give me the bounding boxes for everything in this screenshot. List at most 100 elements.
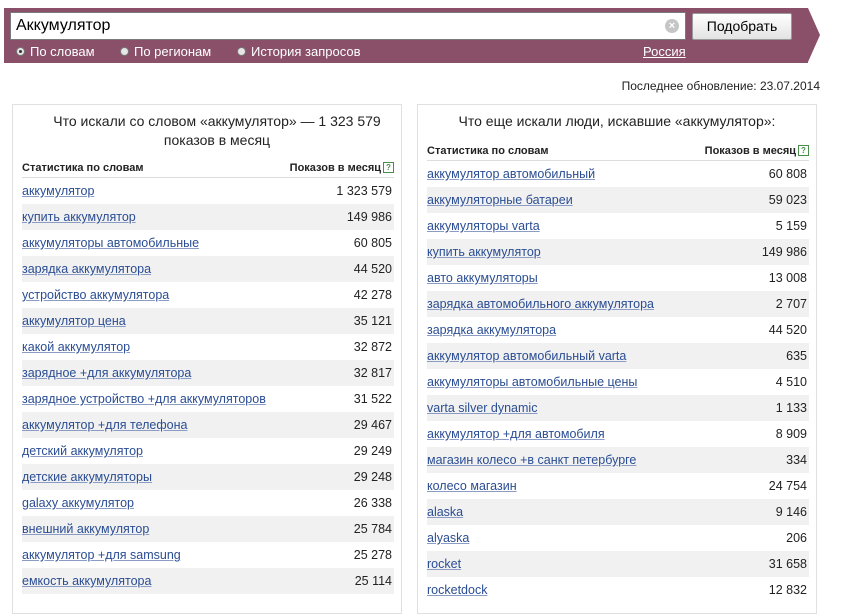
table-row: rocketdock 12 832 bbox=[427, 577, 809, 603]
table-row: емкость аккумулятора 25 114 bbox=[22, 568, 394, 594]
right-rows: аккумулятор автомобильный 60 808 аккумулят… bbox=[427, 161, 809, 603]
col-shows-header: Показов в месяц? bbox=[705, 145, 809, 157]
tab-by-words[interactable]: По словам bbox=[16, 44, 95, 59]
table-row: rocket 31 658 bbox=[427, 551, 809, 577]
table-row: аккумуляторные батареи 59 023 bbox=[427, 187, 809, 213]
table-row: аккумуляторы автомобильные 60 805 bbox=[22, 230, 394, 256]
tab-label: По словам bbox=[30, 44, 95, 59]
phrase-link[interactable]: купить аккумулятор bbox=[22, 210, 136, 224]
table-row: купить аккумулятор 149 986 bbox=[427, 239, 809, 265]
table-row: аккумулятор автомобильный varta 635 bbox=[427, 343, 809, 369]
phrase-link[interactable]: аккумулятор +для телефона bbox=[22, 418, 187, 432]
shows-count: 35 121 bbox=[353, 314, 392, 328]
shows-count: 31 658 bbox=[768, 557, 807, 571]
search-box[interactable]: × bbox=[10, 12, 686, 40]
table-row: купить аккумулятор 149 986 bbox=[22, 204, 394, 230]
phrase-link[interactable]: авто аккумуляторы bbox=[427, 271, 538, 285]
col-shows-header: Показов в месяц? bbox=[290, 162, 394, 174]
shows-count: 42 278 bbox=[353, 288, 392, 302]
col-phrase-label: Статистика по словам bbox=[427, 145, 549, 157]
region-link[interactable]: Россия bbox=[643, 44, 686, 59]
phrase-link[interactable]: alyaska bbox=[427, 531, 469, 545]
tab-by-regions[interactable]: По регионам bbox=[120, 44, 211, 59]
shows-count: 1 133 bbox=[775, 401, 807, 415]
shows-count: 9 146 bbox=[775, 505, 807, 519]
table-row: аккумулятор +для samsung 25 278 bbox=[22, 542, 394, 568]
tab-query-history[interactable]: История запросов bbox=[237, 44, 361, 59]
radio-selected-icon[interactable] bbox=[16, 47, 25, 56]
left-column-header: Статистика по словам Показов в месяц? bbox=[22, 159, 394, 178]
phrase-link[interactable]: купить аккумулятор bbox=[427, 245, 541, 259]
shows-count: 8 909 bbox=[775, 427, 807, 441]
phrase-link[interactable]: детский аккумулятор bbox=[22, 444, 143, 458]
table-row: какой аккумулятор 32 872 bbox=[22, 334, 394, 360]
phrase-link[interactable]: емкость аккумулятора bbox=[22, 574, 151, 588]
phrase-link[interactable]: зарядка аккумулятора bbox=[22, 262, 151, 276]
phrase-link[interactable]: аккумулятор цена bbox=[22, 314, 126, 328]
phrase-link[interactable]: магазин колесо +в санкт петербурге bbox=[427, 453, 636, 467]
header-arrow-decoration bbox=[808, 8, 820, 62]
phrase-link[interactable]: зарядное устройство +для аккумуляторов bbox=[22, 392, 266, 406]
shows-count: 334 bbox=[786, 453, 807, 467]
phrase-link[interactable]: аккумулятор +для автомобиля bbox=[427, 427, 605, 441]
radio-icon[interactable] bbox=[120, 47, 129, 56]
phrase-link[interactable]: аккумулятор +для samsung bbox=[22, 548, 181, 562]
phrase-link[interactable]: колесо магазин bbox=[427, 479, 517, 493]
phrase-link[interactable]: устройство аккумулятора bbox=[22, 288, 169, 302]
phrase-link[interactable]: rocket bbox=[427, 557, 461, 571]
phrase-link[interactable]: аккумуляторы varta bbox=[427, 219, 540, 233]
phrase-link[interactable]: аккумуляторы автомобильные bbox=[22, 236, 199, 250]
tab-label: История запросов bbox=[251, 44, 361, 59]
radio-icon[interactable] bbox=[237, 47, 246, 56]
table-row: зарядное устройство +для аккумуляторов 31… bbox=[22, 386, 394, 412]
shows-count: 44 520 bbox=[353, 262, 392, 276]
clear-icon[interactable]: × bbox=[665, 19, 679, 33]
phrase-link[interactable]: rocketdock bbox=[427, 583, 487, 597]
submit-button[interactable]: Подобрать bbox=[692, 13, 792, 40]
phrase-link[interactable]: зарядное +для аккумулятора bbox=[22, 366, 191, 380]
table-row: зарядка аккумулятора 44 520 bbox=[427, 317, 809, 343]
phrase-link[interactable]: alaska bbox=[427, 505, 463, 519]
phrase-link[interactable]: аккумулятор автомобильный bbox=[427, 167, 595, 181]
col-phrase-label: Статистика по словам bbox=[22, 162, 144, 174]
table-row: аккумулятор автомобильный 60 808 bbox=[427, 161, 809, 187]
phrase-link[interactable]: galaxy аккумулятор bbox=[22, 496, 134, 510]
phrase-link[interactable]: аккумулятор автомобильный varta bbox=[427, 349, 626, 363]
phrase-link[interactable]: аккумуляторные батареи bbox=[427, 193, 573, 207]
help-icon[interactable]: ? bbox=[383, 162, 394, 173]
phrase-link[interactable]: детские аккумуляторы bbox=[22, 470, 152, 484]
phrase-link[interactable]: какой аккумулятор bbox=[22, 340, 130, 354]
shows-count: 29 467 bbox=[353, 418, 392, 432]
shows-count: 24 754 bbox=[768, 479, 807, 493]
table-row: varta silver dynamic 1 133 bbox=[427, 395, 809, 421]
table-row: аккумулятор цена 35 121 bbox=[22, 308, 394, 334]
col-shows-label: Показов в месяц bbox=[289, 162, 381, 174]
table-row: магазин колесо +в санкт петербурге 334 bbox=[427, 447, 809, 473]
table-row: колесо магазин 24 754 bbox=[427, 473, 809, 499]
table-row: устройство аккумулятора 42 278 bbox=[22, 282, 394, 308]
table-row: внешний аккумулятор 25 784 bbox=[22, 516, 394, 542]
table-row: аккумулятор +для телефона 29 467 bbox=[22, 412, 394, 438]
phrase-link[interactable]: зарядка автомобильного аккумулятора bbox=[427, 297, 654, 311]
shows-count: 59 023 bbox=[768, 193, 807, 207]
table-row: аккумуляторы автомобильные цены 4 510 bbox=[427, 369, 809, 395]
phrase-link[interactable]: аккумуляторы автомобильные цены bbox=[427, 375, 637, 389]
table-row: аккумуляторы varta 5 159 bbox=[427, 213, 809, 239]
shows-count: 60 805 bbox=[353, 236, 392, 250]
table-row: зарядка автомобильного аккумулятора 2 707 bbox=[427, 291, 809, 317]
table-row: авто аккумуляторы 13 008 bbox=[427, 265, 809, 291]
right-panel: Что еще искали люди, искавшие «аккумулят… bbox=[417, 104, 817, 614]
phrase-link[interactable]: аккумулятор bbox=[22, 184, 94, 198]
help-icon[interactable]: ? bbox=[798, 145, 809, 156]
col-shows-label: Показов в месяц bbox=[704, 145, 796, 157]
shows-count: 60 808 bbox=[768, 167, 807, 181]
table-row: galaxy аккумулятор 26 338 bbox=[22, 490, 394, 516]
phrase-link[interactable]: зарядка аккумулятора bbox=[427, 323, 556, 337]
shows-count: 2 707 bbox=[775, 297, 807, 311]
search-input[interactable] bbox=[11, 13, 656, 39]
phrase-link[interactable]: внешний аккумулятор bbox=[22, 522, 149, 536]
shows-count: 25 278 bbox=[353, 548, 392, 562]
table-row: зарядное +для аккумулятора 32 817 bbox=[22, 360, 394, 386]
phrase-link[interactable]: varta silver dynamic bbox=[427, 401, 537, 415]
shows-count: 29 248 bbox=[353, 470, 392, 484]
